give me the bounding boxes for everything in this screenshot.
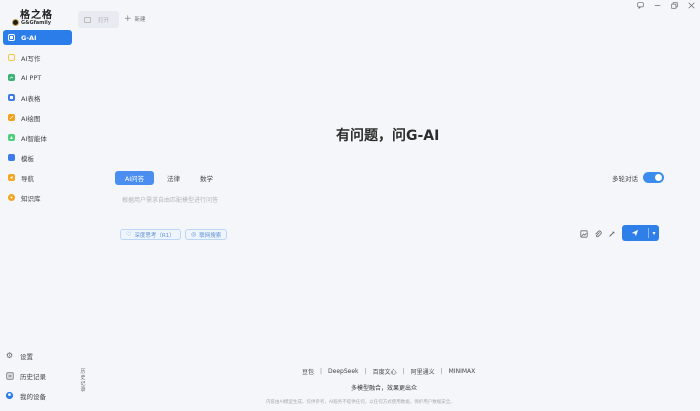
tab-ai-qa[interactable]: AI问答 bbox=[115, 171, 154, 185]
multi-turn-toggle[interactable] bbox=[643, 172, 664, 183]
web-search-chip[interactable]: ◎ 联网搜索 bbox=[185, 229, 228, 240]
image-icon[interactable] bbox=[579, 229, 588, 238]
sidebar-bottom: ⚙ 设置 历史记录 我的设备 bbox=[5, 348, 75, 408]
plus-icon: + bbox=[124, 14, 132, 24]
nav-icon bbox=[8, 174, 15, 181]
model-list: 豆包 | DeepSeek | 百度文心 | 阿里通义 | MINIMAX bbox=[302, 367, 475, 376]
chevron-down-icon: ▾ bbox=[652, 229, 656, 237]
send-options-button[interactable]: ▾ bbox=[649, 225, 659, 241]
mode-tabs: AI问答 法律 数学 bbox=[115, 171, 226, 185]
minimize-icon[interactable] bbox=[653, 1, 661, 9]
model-tongyi[interactable]: 阿里通义 bbox=[411, 367, 435, 376]
disclaimer: 内容由AI模型生成，仅供参考，AI服务不提供任何，以任何方式使用数据，保护用户数… bbox=[266, 400, 455, 405]
feedback-icon[interactable] bbox=[636, 1, 644, 9]
new-tab-label: 新建 bbox=[134, 17, 146, 23]
web-search-label: 联网搜索 bbox=[199, 232, 222, 239]
app-window: 格之格 G&Gfamily G-AI AI写作 AI PPT AI表格 AI绘图… bbox=[0, 0, 700, 411]
template-icon bbox=[8, 154, 15, 161]
write-icon bbox=[8, 54, 15, 61]
deep-think-label: 深度思考（R1） bbox=[134, 232, 175, 239]
deep-think-chip[interactable]: ♡ 深度思考（R1） bbox=[120, 229, 181, 240]
history-icon bbox=[5, 371, 14, 380]
sidebar-item-navigation[interactable]: 导航 bbox=[3, 170, 72, 185]
history-label: 历史记录 bbox=[20, 372, 46, 381]
multi-turn-setting: 多轮对话 bbox=[612, 172, 664, 183]
attach-icon[interactable] bbox=[593, 229, 602, 238]
sidebar-item-ai-writing[interactable]: AI写作 bbox=[3, 50, 72, 65]
model-wenxin[interactable]: 百度文心 bbox=[373, 367, 397, 376]
sidebar-item-label: AI表格 bbox=[21, 94, 41, 103]
gai-icon bbox=[8, 34, 15, 41]
sidebar-item-label: AI智能体 bbox=[21, 134, 47, 143]
ppt-icon bbox=[8, 74, 15, 81]
deep-think-icon: ♡ bbox=[126, 231, 132, 238]
page-title: 有问题，问G-AI bbox=[336, 128, 440, 144]
sidebar-item-label: G-AI bbox=[21, 33, 37, 42]
tab-law[interactable]: 法律 bbox=[160, 171, 187, 185]
window-controls bbox=[636, 1, 695, 9]
sidebar-item-label: AI PPT bbox=[21, 73, 42, 82]
sidebar: 格之格 G&Gfamily G-AI AI写作 AI PPT AI表格 AI绘图… bbox=[0, 0, 76, 411]
sidebar-item-ai-agent[interactable]: AI智能体 bbox=[3, 130, 72, 145]
logo-subtitle: G&Gfamily bbox=[21, 19, 52, 26]
model-deepseek[interactable]: DeepSeek bbox=[328, 368, 358, 375]
folder-icon bbox=[84, 16, 91, 23]
sidebar-item-ai-ppt[interactable]: AI PPT bbox=[3, 70, 72, 85]
my-devices-button[interactable]: 我的设备 bbox=[5, 388, 75, 403]
web-search-icon: ◎ bbox=[191, 231, 197, 238]
logo-badge-icon bbox=[12, 19, 19, 26]
history-vertical-tab[interactable]: 历史记录 bbox=[79, 369, 87, 393]
tab-open[interactable]: 打开 bbox=[78, 11, 119, 28]
separator: | bbox=[402, 368, 405, 375]
send-button[interactable] bbox=[622, 225, 648, 241]
paint-icon bbox=[8, 114, 15, 121]
knowledge-icon bbox=[8, 194, 15, 201]
new-tab-button[interactable]: + 新建 bbox=[124, 13, 146, 25]
sidebar-item-g-ai[interactable]: G-AI bbox=[3, 30, 72, 45]
sidebar-item-ai-drawing[interactable]: AI绘图 bbox=[3, 110, 72, 125]
sidebar-nav: G-AI AI写作 AI PPT AI表格 AI绘图 AI智能体 模板 导航 知… bbox=[3, 30, 72, 210]
model-doubao[interactable]: 豆包 bbox=[302, 367, 314, 376]
sidebar-item-label: 导航 bbox=[21, 174, 34, 183]
input-tools bbox=[579, 229, 616, 238]
restore-icon[interactable] bbox=[670, 1, 678, 9]
separator: | bbox=[440, 368, 443, 375]
agent-icon bbox=[8, 134, 15, 141]
send-button-group: ▾ bbox=[622, 225, 659, 241]
sidebar-item-label: 知识库 bbox=[21, 194, 41, 203]
send-icon bbox=[631, 229, 639, 237]
multi-turn-label: 多轮对话 bbox=[612, 174, 638, 183]
settings-label: 设置 bbox=[20, 352, 33, 361]
separator: | bbox=[320, 368, 323, 375]
settings-button[interactable]: ⚙ 设置 bbox=[5, 348, 75, 363]
model-minimax[interactable]: MINIMAX bbox=[449, 368, 476, 375]
sidebar-item-ai-table[interactable]: AI表格 bbox=[3, 90, 72, 105]
device-icon bbox=[5, 391, 14, 400]
sidebar-item-label: AI写作 bbox=[21, 54, 41, 63]
gear-icon: ⚙ bbox=[5, 351, 14, 360]
sidebar-item-label: 模板 bbox=[21, 154, 34, 163]
sidebar-item-template[interactable]: 模板 bbox=[3, 150, 72, 165]
sidebar-item-label: AI绘图 bbox=[21, 114, 41, 123]
close-icon[interactable] bbox=[687, 1, 695, 9]
prompt-input[interactable] bbox=[115, 191, 665, 209]
separator: | bbox=[364, 368, 367, 375]
my-devices-label: 我的设备 bbox=[20, 392, 46, 401]
tagline: 多模型融合，效果更出众 bbox=[351, 385, 418, 392]
brush-icon[interactable] bbox=[607, 229, 616, 238]
tab-math[interactable]: 数学 bbox=[193, 171, 220, 185]
history-button[interactable]: 历史记录 bbox=[5, 368, 75, 383]
table-icon bbox=[8, 94, 15, 101]
logo: 格之格 G&Gfamily bbox=[8, 6, 70, 30]
sidebar-item-knowledge-base[interactable]: 知识库 bbox=[3, 190, 72, 205]
tab-open-label: 打开 bbox=[98, 17, 110, 24]
